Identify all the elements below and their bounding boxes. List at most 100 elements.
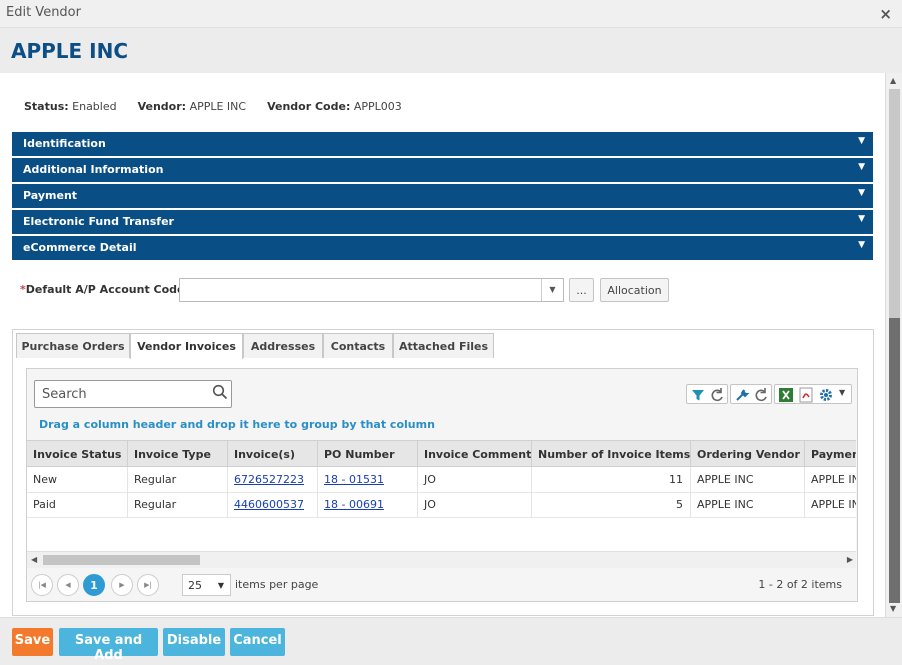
last-page-icon[interactable]: ▶| [137, 574, 159, 596]
status-value: Enabled [72, 100, 117, 113]
next-page-icon[interactable]: ▶ [111, 574, 133, 596]
column-invoice-status[interactable]: Invoice Status [27, 441, 128, 467]
search-placeholder: Search [42, 387, 87, 402]
cell-invoice-status: New [27, 467, 128, 492]
default-account-combobox[interactable]: ▼ [179, 278, 564, 302]
cell-invoice-comment: JO [418, 467, 532, 492]
vendor-code-value: APPL003 [353, 100, 402, 113]
cell-invoice-status: Paid [27, 492, 128, 517]
tab-attached-files[interactable]: Attached Files [393, 333, 494, 358]
allocation-button[interactable]: Allocation [600, 278, 669, 302]
current-page-button[interactable]: 1 [83, 574, 105, 596]
vendor-value: APPLE INC [189, 100, 247, 113]
panel-label: Identification [23, 137, 106, 150]
chevron-down-icon[interactable]: ▼ [839, 388, 845, 397]
cell-ordering-vendor: APPLE INC [691, 492, 805, 517]
column-payment[interactable]: Payment [805, 441, 856, 467]
grid-pager: |◀ ◀ 1 ▶ ▶| 25 ▼ items per page 1 - 2 of… [27, 568, 856, 601]
status-label: Status: [24, 100, 69, 113]
vendor-name-title: APPLE INC [11, 39, 129, 63]
vertical-scrollbar[interactable]: ▲ ▼ [885, 73, 902, 617]
status-line: Status: Enabled Vendor: APPLE INC Vendor… [24, 100, 402, 113]
dialog-footer: Save Save and Add Disable Cancel [0, 617, 902, 665]
settings-toolgroup [730, 384, 772, 404]
search-icon[interactable] [212, 384, 228, 400]
horizontal-scrollbar-thumb[interactable] [43, 555, 200, 565]
dialog-title: Edit Vendor [6, 5, 81, 20]
disable-button[interactable]: Disable [163, 628, 225, 656]
tab-vendor-invoices[interactable]: Vendor Invoices [130, 333, 243, 359]
horizontal-scrollbar[interactable]: ◀ ▶ [27, 551, 856, 568]
previous-page-icon[interactable]: ◀ [57, 574, 79, 596]
gear-icon[interactable] [817, 386, 835, 404]
scroll-up-icon[interactable]: ▲ [890, 76, 896, 85]
vendor-label: Vendor: [137, 100, 187, 113]
export-toolgroup: ▼ [774, 384, 852, 404]
panel-label: eCommerce Detail [23, 241, 137, 254]
cell-invoice-items: 11 [532, 467, 691, 492]
caret-down-icon: ▼ [858, 162, 865, 172]
first-page-icon[interactable]: |◀ [31, 574, 53, 596]
caret-down-icon: ▼ [858, 188, 865, 198]
panel-electronic-fund-transfer[interactable]: Electronic Fund Transfer ▼ [12, 210, 873, 234]
pdf-icon[interactable] [797, 386, 815, 404]
tab-purchase-orders[interactable]: Purchase Orders [16, 333, 130, 358]
panel-identification[interactable]: Identification ▼ [12, 132, 873, 156]
column-invoice-type[interactable]: Invoice Type [128, 441, 228, 467]
column-invoice-comment[interactable]: Invoice Comment [418, 441, 532, 467]
pager-summary: 1 - 2 of 2 items [758, 578, 842, 591]
save-and-add-button[interactable]: Save and Add [59, 628, 158, 663]
save-button[interactable]: Save [12, 628, 53, 656]
excel-icon[interactable] [777, 386, 795, 404]
caret-down-icon: ▼ [858, 214, 865, 224]
cell-invoice-items: 5 [532, 492, 691, 517]
caret-down-icon: ▼ [858, 240, 865, 250]
refresh-icon[interactable] [708, 386, 726, 404]
caret-down-icon: ▼ [858, 136, 865, 146]
grid-search-input[interactable]: Search [34, 380, 232, 408]
items-per-page-label: items per page [235, 578, 319, 591]
column-invoices[interactable]: Invoice(s) [228, 441, 318, 467]
po-number-link[interactable]: 18 - 00691 [318, 492, 418, 517]
filter-icon[interactable] [689, 386, 707, 404]
panel-additional-information[interactable]: Additional Information ▼ [12, 158, 873, 182]
chevron-down-icon: ▼ [217, 581, 224, 590]
page-size-select[interactable]: 25 ▼ [182, 574, 231, 596]
wrench-icon[interactable] [733, 386, 751, 404]
column-number-of-invoice-items[interactable]: Number of Invoice Items [532, 441, 691, 467]
cell-invoice-type: Regular [128, 467, 228, 492]
dialog-titlebar: Edit Vendor × [0, 0, 902, 28]
column-po-number[interactable]: PO Number [318, 441, 418, 467]
tab-addresses[interactable]: Addresses [243, 333, 323, 358]
grid-body: New Regular 6726527223 18 - 01531 JO 11 … [27, 467, 856, 551]
panel-label: Additional Information [23, 163, 164, 176]
panel-payment[interactable]: Payment ▼ [12, 184, 873, 208]
scroll-right-icon[interactable]: ▶ [847, 555, 853, 564]
page-size-value: 25 [188, 579, 202, 592]
cell-payment: APPLE INC [811, 498, 856, 511]
panel-ecommerce-detail[interactable]: eCommerce Detail ▼ [12, 236, 873, 260]
cancel-button[interactable]: Cancel [230, 628, 285, 656]
cell-invoice-type: Regular [128, 492, 228, 517]
scrollbar-thumb[interactable] [889, 318, 900, 603]
po-number-link[interactable]: 18 - 01531 [318, 467, 418, 492]
grid-header: Invoice Status Invoice Type Invoice(s) P… [27, 440, 856, 467]
chevron-down-icon[interactable]: ▼ [541, 279, 563, 301]
panel-label: Electronic Fund Transfer [23, 215, 174, 228]
panel-label: Payment [23, 189, 78, 202]
scroll-down-icon[interactable]: ▼ [890, 604, 896, 613]
reset-icon[interactable] [752, 386, 770, 404]
cell-invoice-comment: JO [418, 492, 532, 517]
close-icon[interactable]: × [879, 5, 892, 23]
group-drop-hint[interactable]: Drag a column header and drop it here to… [39, 418, 435, 431]
tab-contacts[interactable]: Contacts [323, 333, 393, 358]
invoice-link[interactable]: 6726527223 [228, 467, 318, 492]
column-ordering-vendor[interactable]: Ordering Vendor [691, 441, 805, 467]
account-lookup-button[interactable]: ... [569, 278, 594, 302]
scroll-left-icon[interactable]: ◀ [31, 555, 37, 564]
cell-payment: APPLE INC [811, 473, 856, 486]
default-account-label: *Default A/P Account Code: [20, 283, 189, 296]
vendor-code-label: Vendor Code: [267, 100, 351, 113]
invoice-link[interactable]: 4460600537 [228, 492, 318, 517]
filter-toolgroup [686, 384, 728, 404]
